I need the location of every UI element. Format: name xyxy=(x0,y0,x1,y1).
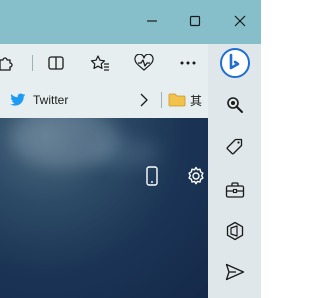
copilot-icon xyxy=(220,48,250,78)
browser-essentials-icon xyxy=(134,54,154,71)
office-icon xyxy=(226,221,244,241)
tools-briefcase-icon xyxy=(225,182,245,198)
copilot-button[interactable] xyxy=(219,47,251,79)
favorite-label: Twitter xyxy=(33,93,69,107)
mobile-button[interactable] xyxy=(140,164,164,188)
sidebar-search-button[interactable] xyxy=(222,92,248,118)
favorites-divider xyxy=(161,92,162,108)
chevron-right-icon xyxy=(140,93,148,107)
phone-icon xyxy=(146,166,158,186)
search-icon xyxy=(227,97,243,113)
page-settings-button[interactable] xyxy=(184,164,208,188)
more-icon xyxy=(180,61,196,65)
shopping-tag-icon xyxy=(226,138,243,155)
maximize-icon xyxy=(189,15,201,27)
twitter-bird-icon xyxy=(10,93,26,106)
favorite-item-twitter[interactable]: Twitter xyxy=(10,90,68,110)
split-screen-icon xyxy=(48,56,64,70)
maximize-button[interactable] xyxy=(183,9,207,33)
browser-window: Twitter 其 xyxy=(0,0,261,298)
folder-icon xyxy=(168,93,186,107)
extensions-button[interactable] xyxy=(0,51,19,75)
sidebar-shopping-button[interactable] xyxy=(222,134,248,160)
send-icon xyxy=(225,263,245,281)
toolbar-divider xyxy=(32,55,33,71)
favorites-icon xyxy=(90,55,109,71)
split-screen-button[interactable] xyxy=(44,51,68,75)
sidebar-office-button[interactable] xyxy=(222,218,248,244)
browser-essentials-button[interactable] xyxy=(132,51,156,75)
browser-toolbar xyxy=(0,44,208,82)
minimize-button[interactable] xyxy=(140,9,164,33)
folder-label: 其 xyxy=(190,93,203,108)
more-button[interactable] xyxy=(176,51,200,75)
page-content xyxy=(0,118,208,298)
favorites-more-button[interactable] xyxy=(134,90,154,110)
edge-sidebar xyxy=(208,44,261,298)
favorites-button[interactable] xyxy=(88,51,112,75)
sidebar-send-button[interactable] xyxy=(222,259,248,285)
close-button[interactable] xyxy=(228,9,252,33)
title-bar xyxy=(0,0,261,44)
minimize-icon xyxy=(147,20,157,22)
close-icon xyxy=(234,15,246,27)
settings-gear-icon xyxy=(188,166,204,185)
sidebar-tools-button[interactable] xyxy=(222,177,248,203)
favorites-bar: Twitter 其 xyxy=(0,82,208,118)
extensions-icon xyxy=(0,57,13,71)
favorites-folder[interactable]: 其 xyxy=(168,90,208,110)
